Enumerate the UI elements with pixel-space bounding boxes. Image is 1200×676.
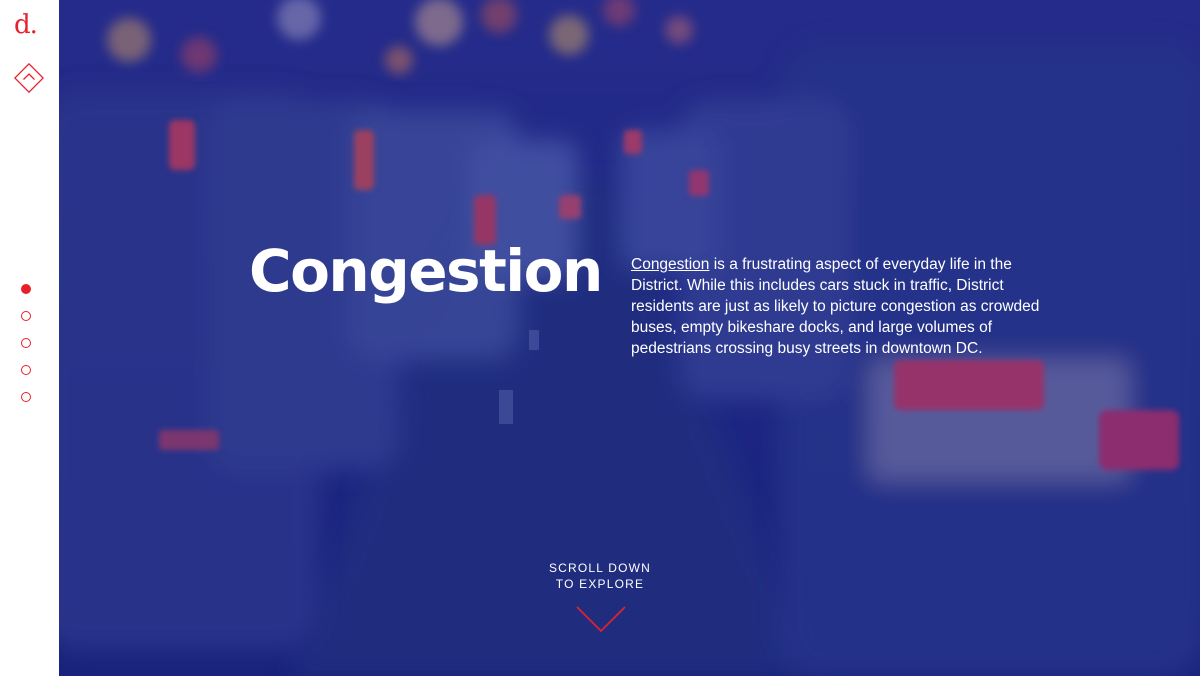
congestion-definition-link[interactable]: Congestion (631, 256, 709, 273)
section-dot-5[interactable] (21, 392, 31, 402)
section-dot-4[interactable] (21, 365, 31, 375)
section-dot-1[interactable] (21, 284, 31, 294)
scroll-prompt-line-2: TO EXPLORE (555, 577, 645, 591)
section-dot-2[interactable] (21, 311, 31, 321)
chevron-down-icon[interactable] (575, 604, 627, 634)
section-dot-3[interactable] (21, 338, 31, 348)
scroll-down-prompt[interactable]: SCROLL DOWN TO EXPLORE (535, 560, 665, 592)
intro-paragraph: Congestion is a frustrating aspect of ev… (631, 254, 1051, 359)
scroll-prompt-line-1: SCROLL DOWN (548, 561, 652, 575)
site-logo[interactable]: d. (14, 12, 38, 38)
hero-section: Congestion Congestion is a frustrating a… (59, 0, 1200, 676)
page-title: Congestion (249, 237, 603, 305)
section-nav (21, 284, 33, 419)
sidebar: d. (0, 0, 59, 676)
chevron-up-icon[interactable] (14, 63, 44, 93)
